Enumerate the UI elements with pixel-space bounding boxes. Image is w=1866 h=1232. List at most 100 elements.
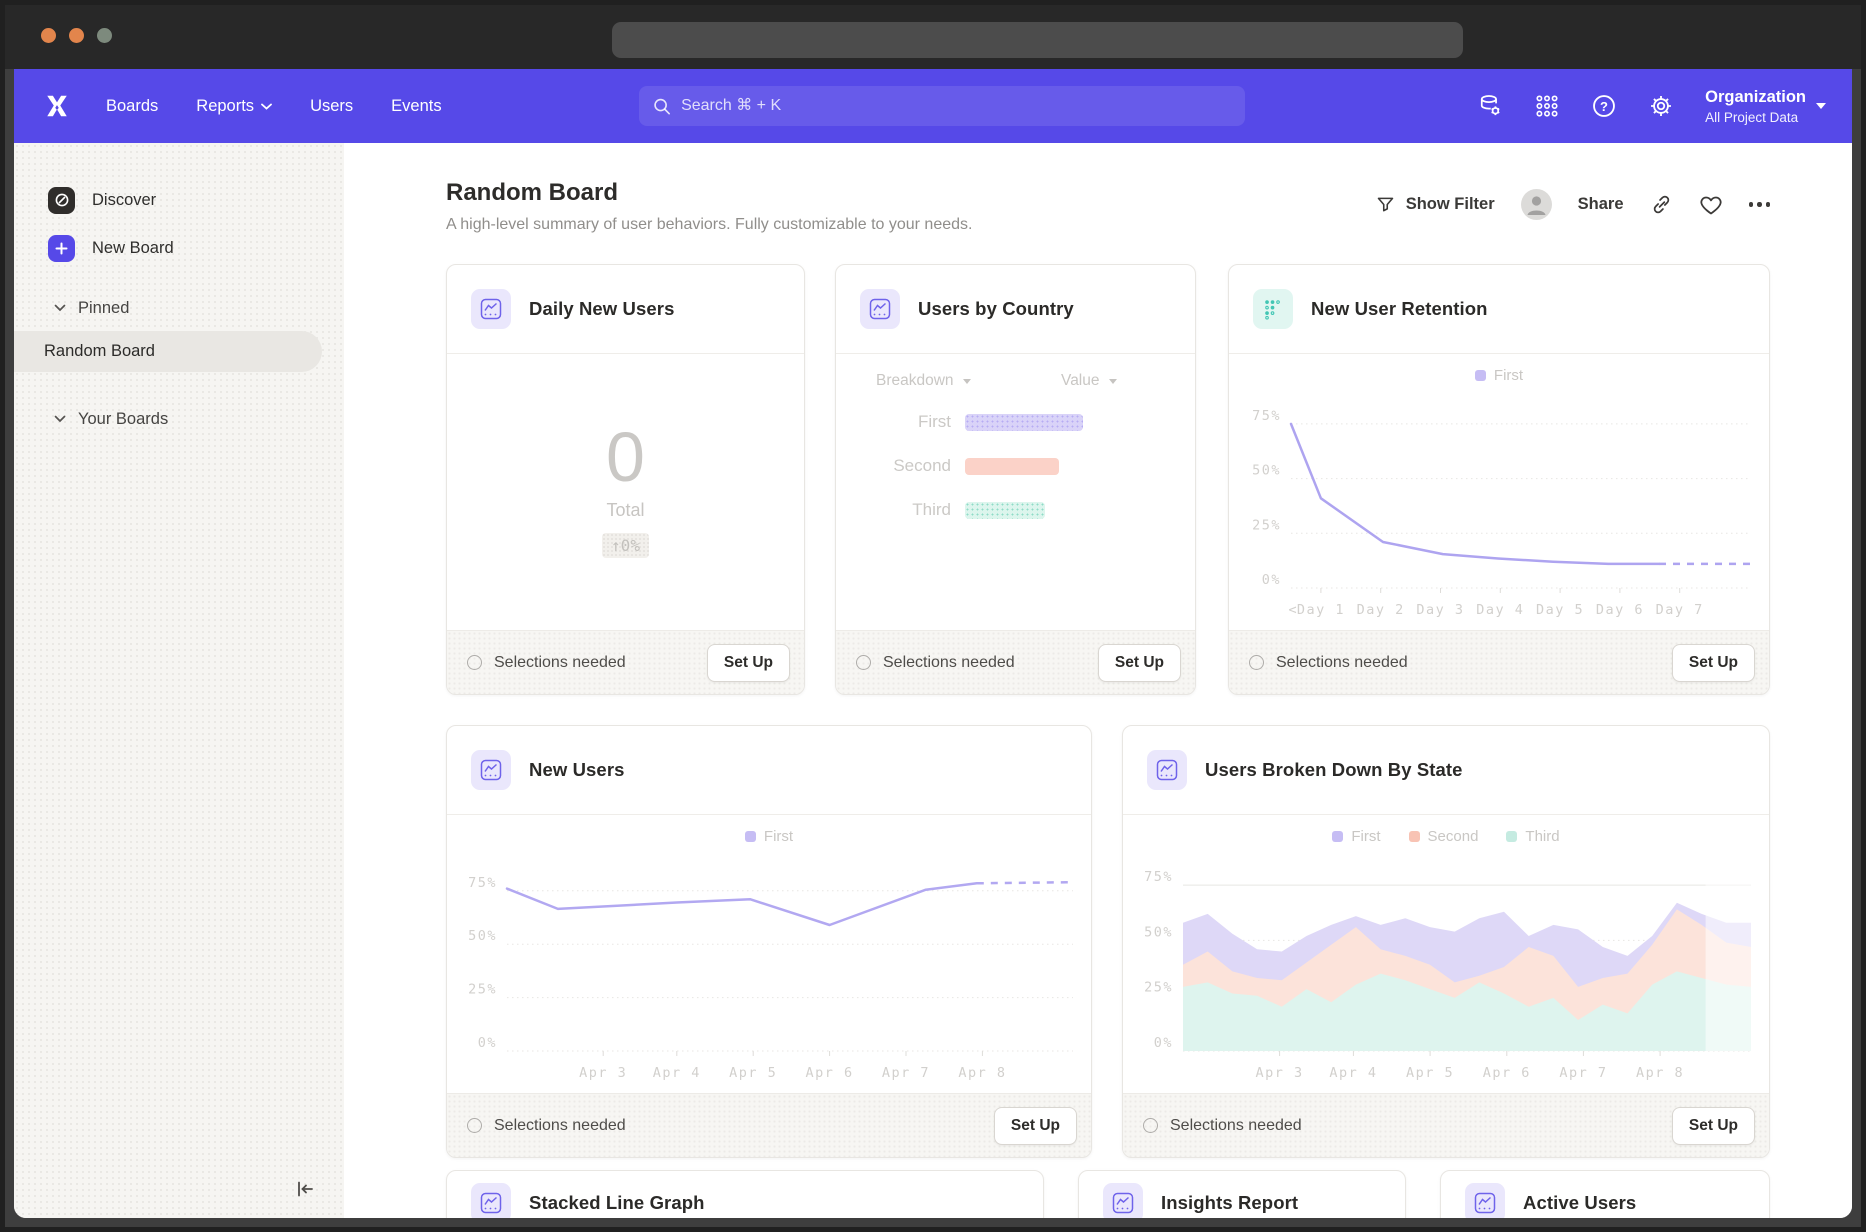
line-chart-icon [1103,1183,1143,1218]
card-insights-report: Insights Report [1078,1170,1406,1218]
card-title: Daily New Users [529,298,674,320]
card-daily-new-users: Daily New Users 0 Total ↑0% Selections n… [446,264,805,695]
new-users-chart: 75%50%25%0%Apr 3Apr 4Apr 5Apr 6Apr 7Apr … [447,815,1091,1093]
svg-text:Apr 7: Apr 7 [882,1065,930,1081]
svg-text:75%: 75% [468,875,497,891]
svg-text:Day 5: Day 5 [1536,602,1584,618]
svg-text:50%: 50% [1252,463,1281,479]
sidebar-item-discover[interactable]: Discover [14,183,344,217]
nav-item-users[interactable]: Users [310,97,353,116]
card-title: Users by Country [918,298,1074,320]
svg-text:75%: 75% [1252,408,1281,424]
org-switcher[interactable]: Organization All Project Data [1705,88,1826,125]
card-stacked-line-graph: Stacked Line Graph [446,1170,1044,1218]
svg-text:Apr 4: Apr 4 [653,1065,701,1081]
chart-legend: First [447,828,1091,845]
favorite-heart-icon[interactable] [1699,193,1723,217]
search-input[interactable] [681,97,1231,115]
svg-text:Apr 8: Apr 8 [1636,1065,1684,1081]
svg-text:Apr 6: Apr 6 [1483,1065,1531,1081]
svg-text:50%: 50% [468,928,497,944]
set-up-button[interactable]: Set Up [1098,644,1181,682]
line-chart-icon [471,750,511,790]
set-up-button[interactable]: Set Up [707,644,790,682]
copy-link-icon[interactable] [1650,193,1673,216]
status-text: Selections needed [1276,654,1408,672]
search-bar[interactable] [639,86,1245,126]
sidebar-item-random-board[interactable]: Random Board [14,331,322,372]
card-users-by-country: Users by Country Breakdown Value First [835,264,1196,695]
status-circle-icon [1143,1118,1158,1133]
status-circle-icon [467,1118,482,1133]
avatar[interactable] [1521,189,1552,220]
nav-item-boards[interactable]: Boards [106,97,158,116]
table-header: Breakdown Value [836,354,1195,390]
cards-row-3: Stacked Line Graph Insights Report [446,1170,1770,1218]
delta-badge: ↑0% [602,533,649,558]
chevron-down-icon [1816,103,1826,109]
minimize-window-icon[interactable] [69,28,84,43]
bar-first [965,414,1083,431]
url-bar[interactable] [612,22,1463,58]
chevron-down-icon [1109,379,1117,384]
card-title: Insights Report [1161,1192,1298,1214]
svg-text:Apr 7: Apr 7 [1559,1065,1607,1081]
chevron-down-icon [261,103,272,110]
card-title: Active Users [1523,1192,1636,1214]
svg-text:Day 1: Day 1 [1297,602,1345,618]
card-title: New User Retention [1311,298,1488,320]
set-up-button[interactable]: Set Up [994,1107,1077,1145]
card-new-user-retention: New User Retention First 75%50%25%0%<Day… [1228,264,1770,695]
zoom-window-icon[interactable] [97,28,112,43]
sidebar-item-new-board[interactable]: New Board [14,231,344,265]
share-button[interactable]: Share [1578,195,1624,214]
nav-item-events[interactable]: Events [391,97,441,116]
value-dropdown[interactable]: Value [1061,372,1117,390]
retention-chart: 75%50%25%0%<Day 1Day 2Day 3Day 4Day 5Day… [1229,354,1769,630]
set-up-button[interactable]: Set Up [1672,1107,1755,1145]
chevron-down-icon [963,379,971,384]
status-text: Selections needed [494,1117,626,1135]
status-text: Selections needed [494,654,626,672]
table-row: First [836,412,1195,432]
sidebar: Discover New Board Pinned Random Board [14,143,344,1218]
svg-text:0%: 0% [1262,572,1281,588]
sidebar-section-your-boards[interactable]: Your Boards [14,406,344,432]
table-row: Second [836,456,1195,476]
plus-icon [48,235,75,262]
data-management-icon[interactable] [1477,93,1503,119]
svg-text:Apr 3: Apr 3 [1256,1065,1304,1081]
apps-grid-icon[interactable] [1534,93,1560,119]
help-icon[interactable]: ? [1591,93,1617,119]
card-new-users: New Users First 75%50%25%0%Apr 3Apr 4Apr… [446,725,1092,1158]
close-window-icon[interactable] [41,28,56,43]
svg-text:50%: 50% [1144,924,1173,940]
top-nav: Boards Reports Users Events [14,69,1852,143]
settings-gear-icon[interactable] [1648,93,1674,119]
svg-text:Day 6: Day 6 [1596,602,1644,618]
mixpanel-logo-icon[interactable] [40,89,74,123]
collapse-sidebar-icon[interactable] [292,1176,318,1202]
svg-text:25%: 25% [1144,980,1173,996]
titlebar [5,5,1861,69]
nav-item-reports[interactable]: Reports [196,97,272,116]
line-chart-icon [471,1183,511,1218]
line-chart-icon [1465,1183,1505,1218]
nav-menu: Boards Reports Users Events [106,97,442,116]
breakdown-dropdown[interactable]: Breakdown [876,372,1061,390]
cards-row-1: Daily New Users 0 Total ↑0% Selections n… [446,264,1770,695]
cards-row-2: New Users First 75%50%25%0%Apr 3Apr 4Apr… [446,725,1770,1158]
line-chart-icon [471,289,511,329]
set-up-button[interactable]: Set Up [1672,644,1755,682]
line-chart-icon [1147,750,1187,790]
svg-text:Apr 5: Apr 5 [1406,1065,1454,1081]
more-options-icon[interactable] [1749,202,1771,207]
card-active-users: Active Users [1440,1170,1770,1218]
show-filter-button[interactable]: Show Filter [1375,194,1495,215]
sidebar-section-pinned[interactable]: Pinned [14,295,344,321]
status-circle-icon [467,655,482,670]
org-name: Organization [1705,88,1806,107]
chevron-down-icon [54,415,66,423]
svg-text:0%: 0% [478,1035,497,1051]
card-users-by-state: Users Broken Down By State FirstSecondTh… [1122,725,1770,1158]
